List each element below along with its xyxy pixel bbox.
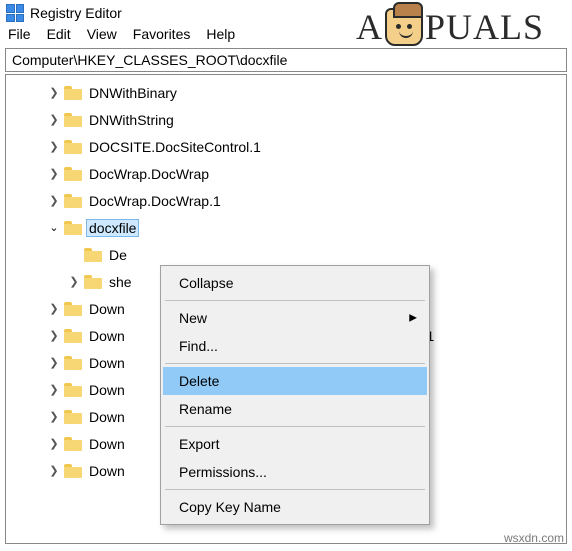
folder-icon	[84, 275, 102, 289]
tree-node-docwrap1[interactable]: ❯ DocWrap.DocWrap.1	[6, 187, 566, 214]
chevron-right-icon[interactable]: ❯	[46, 410, 62, 423]
menu-favorites[interactable]: Favorites	[133, 26, 191, 42]
chevron-right-icon[interactable]: ❯	[46, 329, 62, 342]
chevron-right-icon[interactable]: ❯	[46, 464, 62, 477]
tree-label: DOCSITE.DocSiteControl.1	[86, 138, 264, 156]
window-title: Registry Editor	[30, 5, 122, 21]
tree-label: she	[106, 273, 135, 291]
chevron-right-icon[interactable]: ❯	[46, 356, 62, 369]
brand-logo: A PUALS	[356, 6, 544, 48]
tree-label: Down	[86, 462, 128, 480]
chevron-right-icon[interactable]: ❯	[46, 86, 62, 99]
tree-label-selected: docxfile	[86, 219, 139, 237]
chevron-right-icon[interactable]: ❯	[46, 383, 62, 396]
tree-label: Down	[86, 300, 128, 318]
chevron-right-icon[interactable]: ❯	[46, 437, 62, 450]
folder-icon	[64, 437, 82, 451]
address-bar[interactable]: Computer\HKEY_CLASSES_ROOT\docxfile	[5, 48, 567, 72]
tree-label: Down	[86, 327, 128, 345]
tree-node-dnwithbinary[interactable]: ❯ DNWithBinary	[6, 79, 566, 106]
tree-label: DocWrap.DocWrap.1	[86, 192, 224, 210]
folder-icon	[64, 194, 82, 208]
folder-icon	[84, 248, 102, 262]
tree-label: DocWrap.DocWrap	[86, 165, 212, 183]
menu-item-new[interactable]: New ▶	[163, 304, 427, 332]
menu-separator	[165, 363, 425, 364]
menu-separator	[165, 489, 425, 490]
tree-node-docsite[interactable]: ❯ DOCSITE.DocSiteControl.1	[6, 133, 566, 160]
tree-label: Down	[86, 435, 128, 453]
menu-item-delete[interactable]: Delete	[163, 367, 427, 395]
menu-file[interactable]: File	[8, 26, 31, 42]
folder-icon	[64, 464, 82, 478]
menu-item-collapse[interactable]: Collapse	[163, 269, 427, 297]
menu-item-rename[interactable]: Rename	[163, 395, 427, 423]
menu-item-find[interactable]: Find...	[163, 332, 427, 360]
menu-item-label: New	[179, 310, 207, 326]
address-path: Computer\HKEY_CLASSES_ROOT\docxfile	[12, 52, 287, 68]
tree-label: Down	[86, 354, 128, 372]
tree-node-docxfile-child[interactable]: De	[6, 241, 566, 268]
menu-item-export[interactable]: Export	[163, 430, 427, 458]
folder-icon	[64, 221, 82, 235]
tree-label: DNWithBinary	[86, 84, 180, 102]
folder-icon	[64, 113, 82, 127]
tree-label: De	[106, 246, 130, 264]
app-icon	[6, 4, 24, 22]
menu-separator	[165, 300, 425, 301]
folder-icon	[64, 356, 82, 370]
tree-node-docxfile[interactable]: ⌄ docxfile	[6, 214, 566, 241]
logo-text-puals: PUALS	[425, 6, 544, 48]
tree-label: Down	[86, 381, 128, 399]
menu-view[interactable]: View	[87, 26, 117, 42]
folder-icon	[64, 140, 82, 154]
menu-separator	[165, 426, 425, 427]
tree-label: DNWithString	[86, 111, 177, 129]
menu-item-copy-key-name[interactable]: Copy Key Name	[163, 493, 427, 521]
tree-node-dnwithstring[interactable]: ❯ DNWithString	[6, 106, 566, 133]
folder-icon	[64, 86, 82, 100]
chevron-right-icon[interactable]: ❯	[46, 167, 62, 180]
chevron-right-icon[interactable]: ❯	[46, 140, 62, 153]
chevron-down-icon[interactable]: ⌄	[46, 221, 62, 234]
chevron-right-icon[interactable]: ❯	[66, 275, 82, 288]
context-menu: Collapse New ▶ Find... Delete Rename Exp…	[160, 265, 430, 525]
chevron-right-icon[interactable]: ❯	[46, 302, 62, 315]
chevron-right-icon[interactable]: ❯	[46, 113, 62, 126]
tree-node-docwrap[interactable]: ❯ DocWrap.DocWrap	[6, 160, 566, 187]
folder-icon	[64, 383, 82, 397]
tree-label: Down	[86, 408, 128, 426]
menu-item-permissions[interactable]: Permissions...	[163, 458, 427, 486]
folder-icon	[64, 167, 82, 181]
menu-help[interactable]: Help	[206, 26, 235, 42]
logo-text-a: A	[356, 6, 383, 48]
watermark: wsxdn.com	[504, 531, 564, 545]
submenu-arrow-icon: ▶	[409, 313, 417, 324]
logo-face-icon	[385, 8, 423, 46]
folder-icon	[64, 329, 82, 343]
folder-icon	[64, 302, 82, 316]
menu-edit[interactable]: Edit	[47, 26, 71, 42]
folder-icon	[64, 410, 82, 424]
chevron-right-icon[interactable]: ❯	[46, 194, 62, 207]
